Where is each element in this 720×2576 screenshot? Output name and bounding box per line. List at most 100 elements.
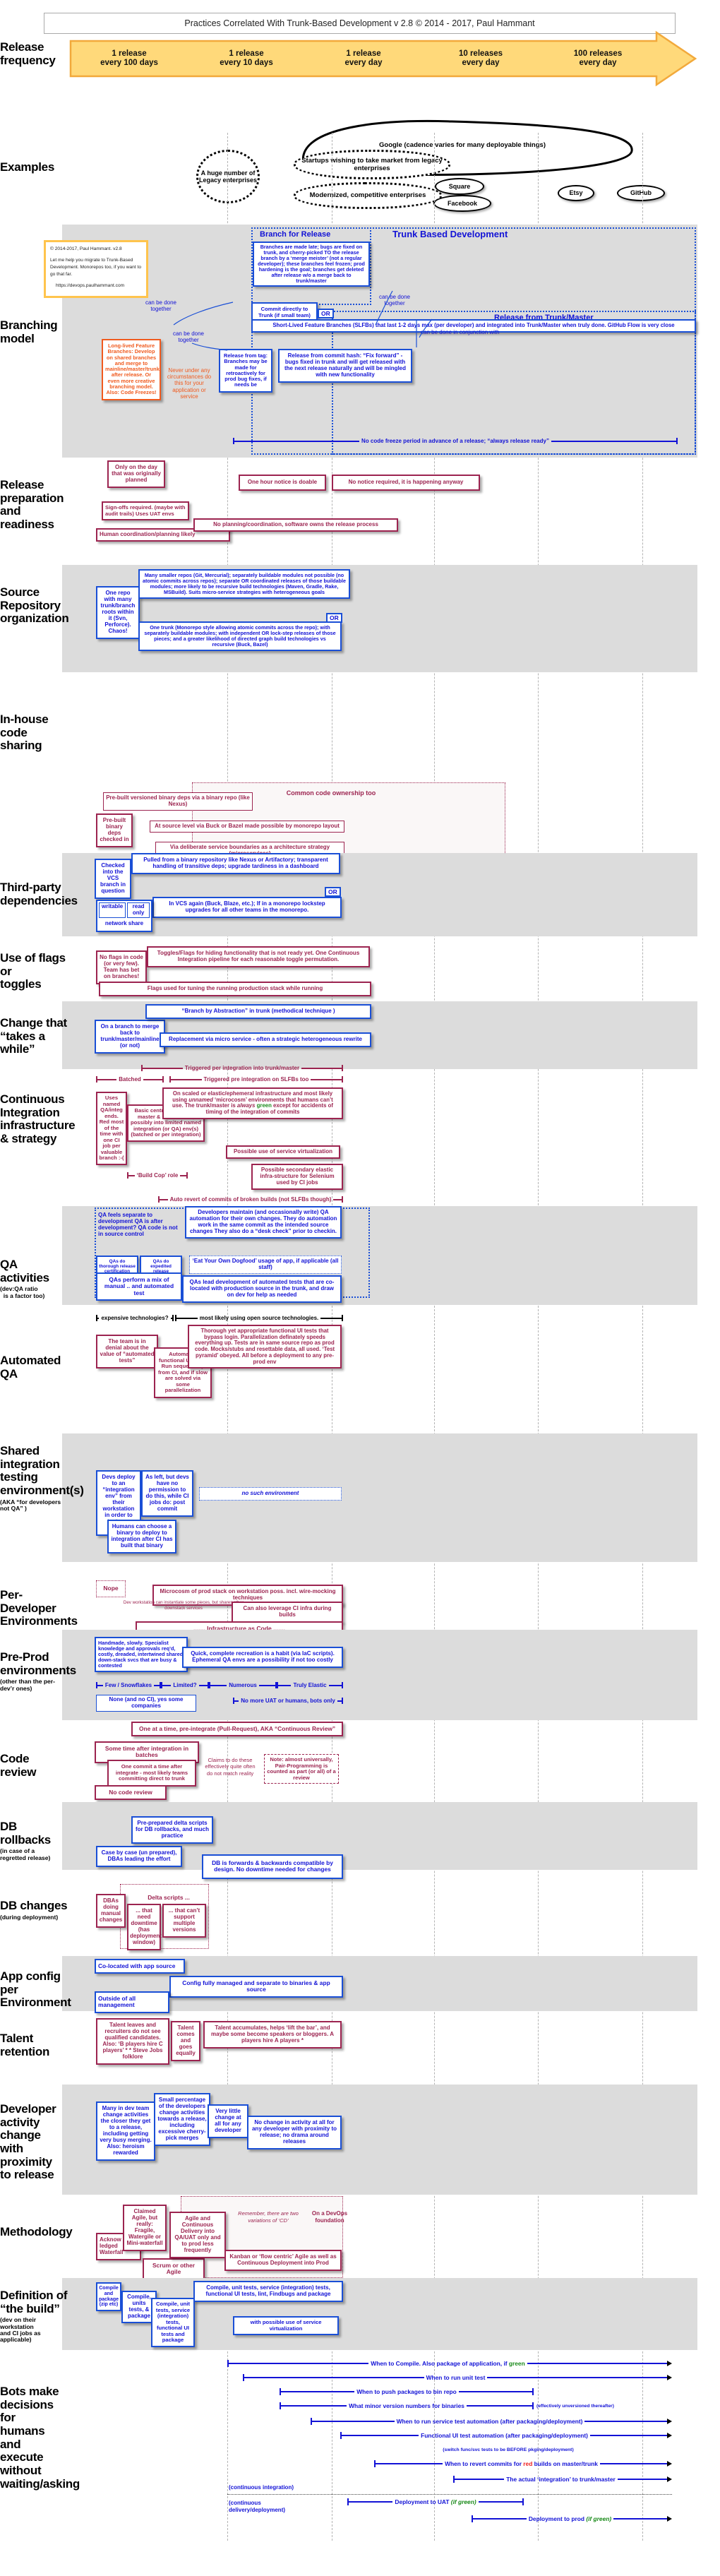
row-label-change-takes-a-while: Change that “takes a while” <box>0 1016 67 1056</box>
range-when-to-revert-commits: When to revert commits for red builds on… <box>374 2460 672 2467</box>
example-legacy-enterprises: A huge number of Legacy enterprises <box>196 150 260 203</box>
box-config-fully-managed: Config fully managed and separate to bin… <box>169 1976 343 1998</box>
label-on-devops-foundation: On a DevOps foundation <box>311 2210 348 2224</box>
range-when-to-compile: When to Compile. Also package of applica… <box>227 2360 672 2367</box>
page-title: Practices Correlated With Trunk-Based De… <box>44 13 676 34</box>
range-limited: Limited? <box>161 1682 209 1688</box>
example-square: Square <box>435 178 484 195</box>
intro-url[interactable]: https://devops.paulhammant.com <box>50 282 142 290</box>
row-label-examples: Examples <box>0 160 54 174</box>
row-label-app-config: App config per Environment <box>0 1969 71 2010</box>
box-pre-prepared-delta-scripts: Pre-prepared delta scripts for DB rollba… <box>131 1816 213 1844</box>
box-one-repo-many-trunks: One repo with many trunk/branch roots wi… <box>96 586 140 639</box>
range-no-code-freeze: No code freeze period in advance of a re… <box>233 438 678 444</box>
row-label-release-preparation: Release preparation and readiness <box>0 478 64 532</box>
box-nope: Nope <box>96 1580 126 1597</box>
box-branch-by-abstraction: “Branch by Abstraction” in trunk (method… <box>145 1004 371 1019</box>
box-as-left-no-permission: As left, but devs have no permission to … <box>141 1470 193 1517</box>
box-prebuilt-binary-deps-checked-in: Pre-built binary deps checked in <box>96 813 133 847</box>
row-label-source-repository: Source Repository organization <box>0 585 69 626</box>
box-service-virtualization-build: with possible use of service virtualizat… <box>233 2316 339 2335</box>
box-talent-leaves: Talent leaves and recruiters do not see … <box>96 2018 169 2065</box>
label-common-code-ownership: Common code ownership too <box>286 789 376 797</box>
box-case-by-case-dbas: Case by case (un prepared), DBAs leading… <box>96 1846 182 1867</box>
box-dbas-manual-changes: DBAs doing manual changes <box>96 1894 126 1928</box>
range-functional-ui-test-automation: Functional UI test automation (after pac… <box>340 2432 673 2439</box>
intro-card: © 2014-2017, Paul Hammant. v2.8 Let me h… <box>44 240 148 298</box>
row-label-per-developer-environments: Per-Developer Environments <box>0 1588 78 1628</box>
row-label-developer-activity: Developer activity change with proximity to… <box>0 2102 56 2182</box>
row-label-pre-prod: Pre-Prod environments (other than the per… <box>0 1650 76 1692</box>
box-humans-choose-binary: Humans can choose a binary to deploy to … <box>107 1520 176 1554</box>
chip-read-only: read only <box>127 902 150 918</box>
box-in-vcs-again: In VCS again (Buck, Blaze, etc.); If in … <box>152 897 342 918</box>
box-replacement-via-micro-service: Replacement via micro service - often a … <box>160 1032 371 1047</box>
note-dev-workstation-instantiate: Dev workstation can instantiate some pie… <box>123 1600 244 1611</box>
box-outside-of-all-management: Outside of all management <box>95 1991 169 2013</box>
box-qa-feels-separate: QA feels separate to development QA is a… <box>98 1212 178 1237</box>
range-deployment-to-prod: Deployment to prod (if green) <box>472 2515 673 2522</box>
row-label-qa-activities: QA activities (dev:QA ratio is a factor … <box>0 1258 49 1299</box>
row-label-continuous-integration: Continuous Integration infrastructure & str… <box>0 1092 76 1146</box>
frequency-cell: 1 release every day <box>344 49 383 67</box>
range-actual-integration-trunk: The actual ‘integration’ to trunk/master <box>453 2476 672 2483</box>
note-claims-do-not-match-reality: Claims to do these effectively quite oft… <box>205 1757 256 1777</box>
example-github: GitHub <box>617 185 665 201</box>
frequency-cell: 10 releases every day <box>458 49 503 67</box>
intro-body: Let me help you migrate to Trunk-Based D… <box>50 257 142 277</box>
box-no-planning-coordination: No planning/coordination, software owns … <box>193 518 398 532</box>
box-pulled-from-binary-repository: Pulled from a binary repository like Nex… <box>131 853 340 874</box>
range-no-more-uat: No more UAT or humans, bots only <box>233 1698 344 1704</box>
row-label-methodology: Methodology <box>0 2225 73 2238</box>
box-signoffs-required: Sign-offs required. (maybe with audit tr… <box>102 501 189 520</box>
box-many-in-dev-team-change: Many in dev team change activities the c… <box>96 2101 155 2161</box>
box-eat-your-own-dogfood: ‘Eat Your Own Dogfood’ usage of app, if … <box>189 1256 342 1274</box>
or-chip-branching: OR <box>318 309 334 318</box>
box-db-forwards-backwards-compatible: DB is forwards & backwards compatible by… <box>202 1854 343 1879</box>
row-label-flags-toggles: Use of flags or toggles <box>0 951 66 991</box>
box-secondary-elastic-infra: Possible secondary elastic infra-structu… <box>251 1164 343 1190</box>
box-qas-mix-manual-automated: QAs perform a mix of manual .. and autom… <box>96 1272 182 1301</box>
row-label-automated-qa: Automated QA <box>0 1354 61 1381</box>
box-thorough-functional-ui-tests: Thorough yet appropriate functional UI t… <box>188 1325 342 1369</box>
row-label-in-house-code-sharing: In-house code sharing <box>0 712 49 753</box>
frequency-cell: 1 release every 100 days <box>100 49 158 67</box>
box-one-commit-a-time: One commit a time after integrate - most… <box>107 1760 196 1787</box>
connector-can-be-done-together-1: can be done together <box>172 330 205 344</box>
box-leverage-ci-infra-builds: Can also leverage CI infra during builds <box>232 1602 343 1623</box>
or-chip-source-repo: OR <box>326 613 342 623</box>
range-build-cop-role: ‘Build Cop’ role <box>127 1172 188 1179</box>
box-long-lived-feature-branches: Long-lived Feature Branches: Develop on … <box>102 339 161 400</box>
box-only-on-planned-day: Only on the day that was originally plan… <box>107 460 165 488</box>
row-label-third-party: Third-party dependencies <box>0 881 78 907</box>
example-google-label: Google (cadence varies for many deployab… <box>379 141 546 149</box>
box-need-downtime: ... that need downtime (has deployment w… <box>127 1904 162 1950</box>
range-auto-revert-commits: Auto revert of commits of broken builds … <box>158 1196 344 1203</box>
box-one-trunk-monorepo: One trunk (Monorepo style allowing atomi… <box>138 621 342 652</box>
box-cant-support-multiple-versions: ... that can’t support multiple versions <box>162 1904 206 1938</box>
range-when-to-push-packages: When to push packages to bin repo <box>280 2388 534 2395</box>
note-never-under-any-circumstances: Never under any circumstances do this fo… <box>167 367 212 400</box>
range-service-test-automation: When to run service test automation (aft… <box>311 2418 673 2425</box>
example-modernized-enterprises: Modernized, competitive enterprises <box>294 182 442 209</box>
row-label-bots-make-decisions: Bots make decisions for humans and execute … <box>0 2385 80 2491</box>
box-compile-and-package: Compile and package (zip etc) <box>96 2282 121 2312</box>
box-quick-complete-recreation: Quick, complete recreation is a habit (v… <box>182 1647 343 1668</box>
diagram-page: Practices Correlated With Trunk-Based De… <box>0 0 720 2576</box>
range-triggered-per-integration: Triggered per integration into trunk/mas… <box>141 1065 343 1071</box>
frequency-cell: 1 release every 10 days <box>220 49 273 67</box>
label-continuous-delivery-deployment: (continuous delivery/deployment) <box>229 2500 286 2513</box>
box-small-percentage-developers: Small percentage of the developers chang… <box>154 2093 210 2146</box>
box-agile-continuous-delivery: Agile and Continuous Delivery into QA/UA… <box>169 2212 226 2258</box>
box-developers-maintain-qa-automation: Developers maintain (and occasionally wr… <box>185 1206 342 1239</box>
box-on-a-branch-merge-back: On a branch to merge back to trunk/maste… <box>95 1020 165 1054</box>
note-switch-func-svc-tests: (switch func/svc tests to be BEFORE pkgi… <box>443 2447 574 2452</box>
box-uses-named-qa-integ: Uses named QA/integ ends. Red most of th… <box>96 1092 127 1165</box>
intro-copyright: © 2014-2017, Paul Hammant. v2.8 <box>50 246 122 251</box>
connector-in-conjunction-with: can be done in conjunction with <box>421 329 500 335</box>
connector-can-be-done-together-3: can be done together <box>378 294 411 307</box>
box-toggles-flags-hiding: Toggles/Flags for hiding functionality t… <box>147 946 370 967</box>
row-label-shared-integration: Shared integration testing environment(s) (… <box>0 1444 84 1513</box>
box-branch-for-release: Branches are made late; bugs are fixed o… <box>253 242 370 287</box>
row-label-db-changes: DB changes (during deployment) <box>0 1899 68 1921</box>
